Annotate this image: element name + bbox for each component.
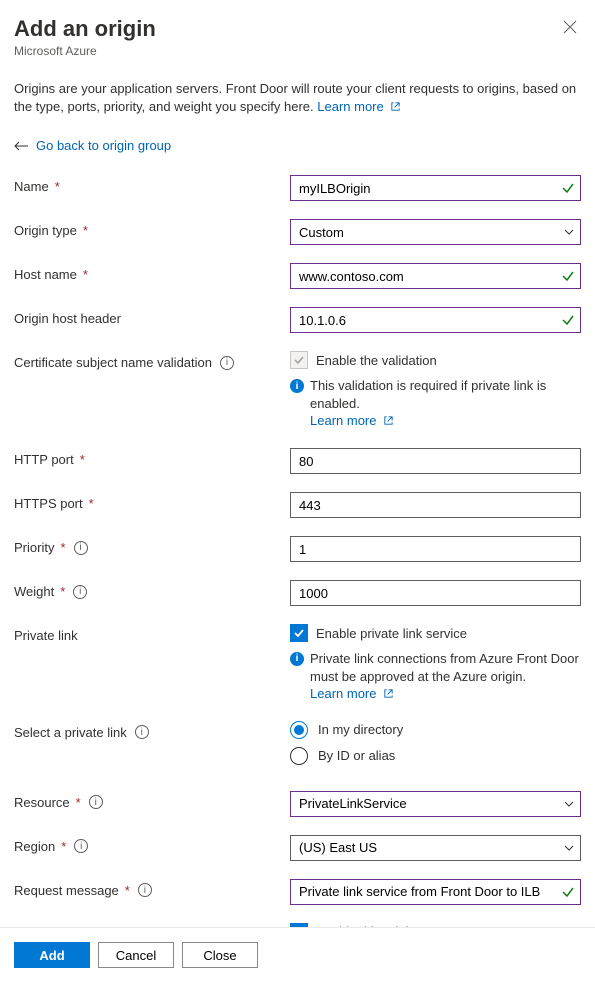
- info-icon[interactable]: i: [89, 795, 103, 809]
- enable-private-link-checkbox[interactable]: [290, 624, 308, 642]
- learn-more-link[interactable]: Learn more: [317, 99, 401, 114]
- info-badge-icon: i: [290, 652, 304, 666]
- region-label: Region: [14, 839, 55, 854]
- panel-subtitle: Microsoft Azure: [14, 44, 559, 58]
- https-port-label: HTTPS port: [14, 496, 83, 511]
- host-name-input[interactable]: [290, 263, 581, 289]
- weight-input[interactable]: [290, 580, 581, 606]
- request-message-input[interactable]: [290, 879, 581, 905]
- cancel-button[interactable]: Cancel: [98, 942, 174, 968]
- resource-select[interactable]: [290, 791, 581, 817]
- origin-host-header-input[interactable]: [290, 307, 581, 333]
- close-footer-button[interactable]: Close: [182, 942, 258, 968]
- priority-input[interactable]: [290, 536, 581, 562]
- private-link-label: Private link: [14, 628, 78, 643]
- https-port-input[interactable]: [290, 492, 581, 518]
- info-icon[interactable]: i: [138, 883, 152, 897]
- request-message-label: Request message: [14, 883, 119, 898]
- origin-host-header-label: Origin host header: [14, 311, 121, 326]
- enable-private-link-label: Enable private link service: [316, 626, 467, 641]
- info-icon[interactable]: i: [74, 839, 88, 853]
- info-icon[interactable]: i: [74, 541, 88, 555]
- select-private-link-label: Select a private link: [14, 725, 127, 740]
- origin-type-select[interactable]: [290, 219, 581, 245]
- radio-by-id-or-alias-label: By ID or alias: [318, 748, 395, 763]
- close-button[interactable]: [559, 16, 581, 41]
- resource-label: Resource: [14, 795, 70, 810]
- external-link-icon: [383, 688, 394, 699]
- close-icon: [563, 20, 577, 34]
- private-link-note: Private link connections from Azure Fron…: [310, 651, 579, 684]
- region-select[interactable]: [290, 835, 581, 861]
- panel-title: Add an origin: [14, 16, 559, 42]
- origin-type-label: Origin type: [14, 223, 77, 238]
- info-icon[interactable]: i: [73, 585, 87, 599]
- back-arrow-icon: [14, 141, 28, 151]
- radio-in-my-directory[interactable]: In my directory: [290, 721, 581, 739]
- description-text: Origins are your application servers. Fr…: [14, 80, 581, 116]
- footer-bar: Add Cancel Close: [0, 927, 595, 982]
- enable-validation-checkbox: [290, 351, 308, 369]
- info-icon[interactable]: i: [220, 356, 234, 370]
- cert-validation-learn-more-link[interactable]: Learn more: [310, 413, 394, 428]
- enable-validation-label: Enable the validation: [316, 353, 437, 368]
- radio-in-my-directory-label: In my directory: [318, 722, 403, 737]
- http-port-label: HTTP port: [14, 452, 74, 467]
- info-icon[interactable]: i: [135, 725, 149, 739]
- name-input[interactable]: [290, 175, 581, 201]
- required-marker: *: [55, 179, 60, 194]
- radio-by-id-or-alias[interactable]: By ID or alias: [290, 747, 581, 765]
- name-label: Name: [14, 179, 49, 194]
- add-button[interactable]: Add: [14, 942, 90, 968]
- priority-label: Priority: [14, 540, 54, 555]
- info-badge-icon: i: [290, 379, 304, 393]
- external-link-icon: [390, 101, 401, 112]
- host-name-label: Host name: [14, 267, 77, 282]
- private-link-learn-more-link[interactable]: Learn more: [310, 686, 394, 701]
- http-port-input[interactable]: [290, 448, 581, 474]
- back-to-origin-group-link[interactable]: Go back to origin group: [36, 138, 171, 153]
- cert-validation-label: Certificate subject name validation: [14, 355, 212, 370]
- external-link-icon: [383, 415, 394, 426]
- cert-validation-note: This validation is required if private l…: [310, 378, 546, 411]
- weight-label: Weight: [14, 584, 54, 599]
